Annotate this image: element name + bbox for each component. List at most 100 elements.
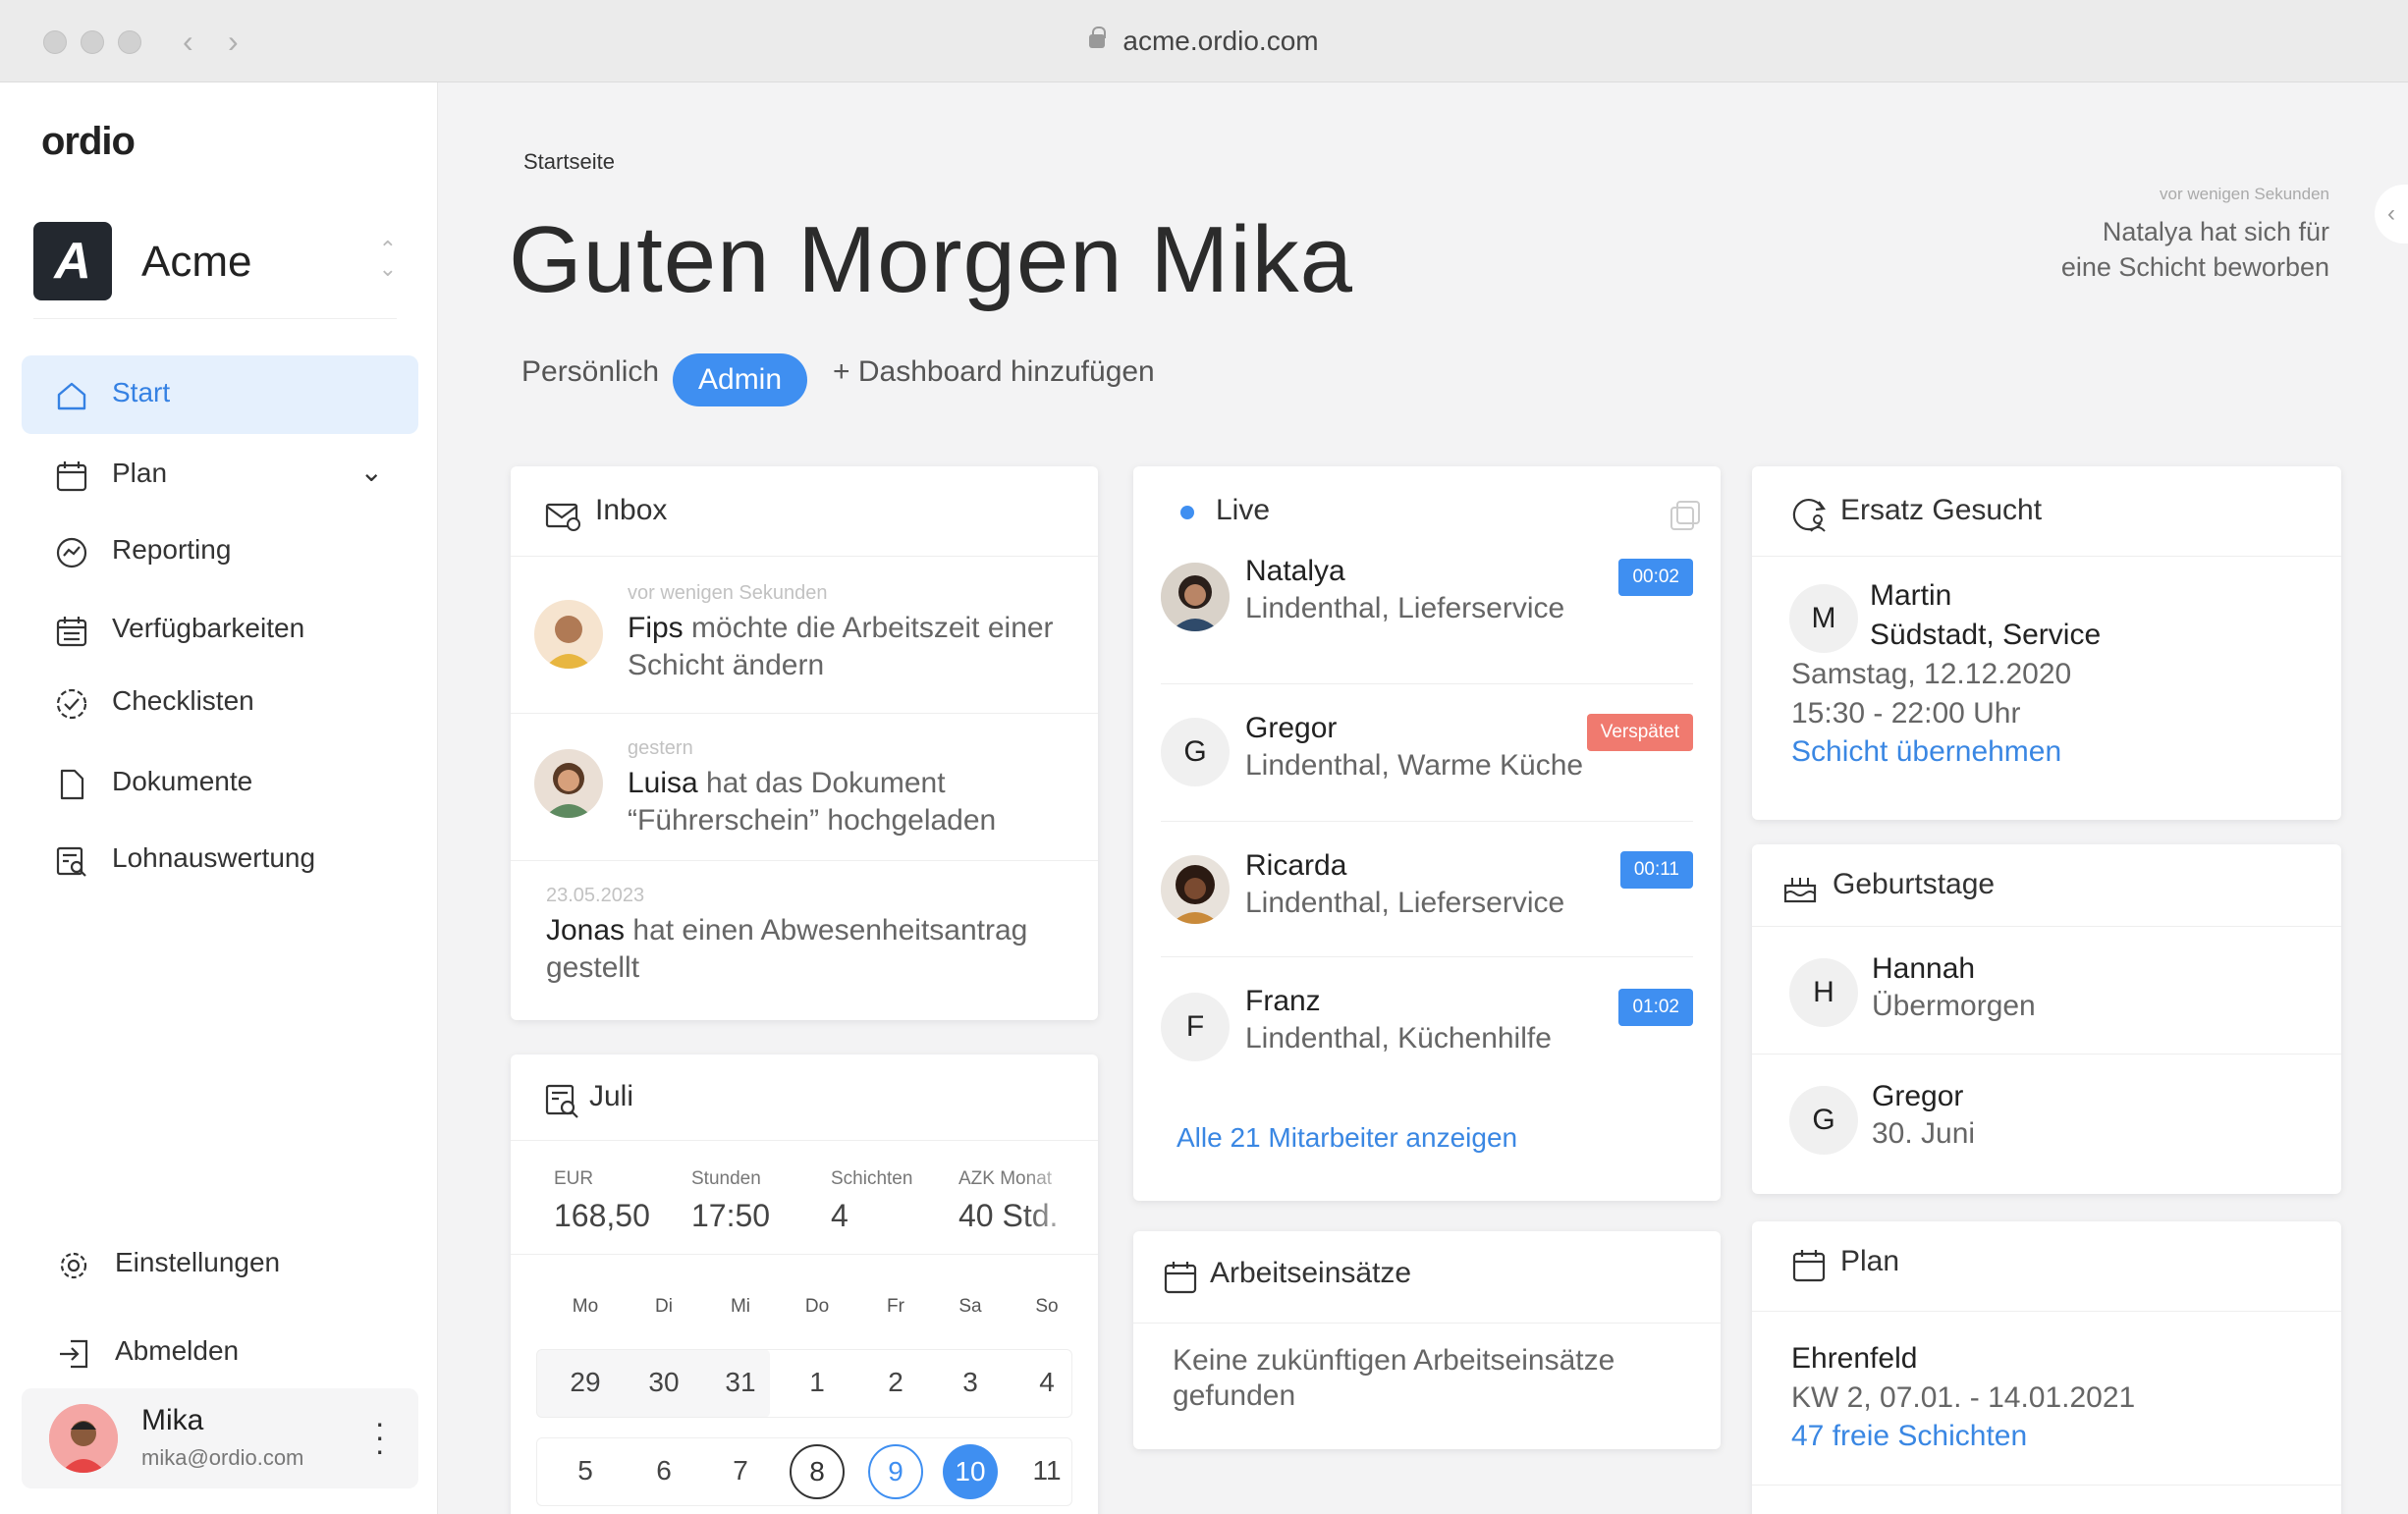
- stat-eur: EUR 168,50: [554, 1168, 650, 1233]
- avatar: [1161, 855, 1230, 924]
- stat-shifts: Schichten 4: [831, 1168, 913, 1233]
- calendar-day[interactable]: 7: [711, 1455, 770, 1487]
- inbox-message-cont: Schicht ändern: [628, 649, 825, 681]
- notification-time: vor wenigen Sekunden: [2160, 185, 2329, 203]
- sidebar-item-reporting[interactable]: Reporting: [22, 513, 418, 591]
- month-stats: EUR 168,50 Stunden 17:50 Schichten 4 AZK Mo…: [511, 1141, 1098, 1255]
- address-bar[interactable]: acme.ordio.com: [0, 26, 2408, 57]
- sidebar-item-start[interactable]: Start: [22, 355, 418, 434]
- card-title: Geburtstage: [1833, 868, 1996, 900]
- notification-toast[interactable]: vor wenigen Sekunden Natalya hat sich fü…: [2061, 185, 2329, 285]
- birthday-item[interactable]: H Hannah Übermorgen: [1752, 927, 2341, 1054]
- mail-icon: [545, 503, 580, 531]
- birthday-date: 30. Juni: [1872, 1117, 1976, 1150]
- inbox-message: hat einen Abwesenheitsantrag: [625, 914, 1028, 946]
- calendar-day[interactable]: 30: [634, 1367, 693, 1398]
- inbox-time: vor wenigen Sekunden: [628, 582, 828, 604]
- calendar-day[interactable]: 6: [634, 1455, 693, 1487]
- user-name: Mika: [141, 1404, 204, 1436]
- person-name: Gregor: [1872, 1080, 1964, 1112]
- calendar-day[interactable]: 2: [866, 1367, 925, 1398]
- inbox-message-cont: “Führerschein” hochgeladen: [628, 804, 997, 837]
- calendar-day[interactable]: 3: [941, 1367, 1000, 1398]
- open-shifts-link[interactable]: 47 freie Schichten: [1791, 1420, 2027, 1453]
- person-name: Hannah: [1872, 952, 1976, 985]
- divider: [33, 318, 397, 319]
- organization-switcher[interactable]: A Acme ⌃ ⌄: [33, 218, 397, 306]
- breadcrumb[interactable]: Startseite: [523, 149, 615, 175]
- stat-hours: Stunden 17:50: [691, 1168, 771, 1233]
- person-name: Gregor: [1245, 712, 1338, 744]
- sidebar-item-payroll[interactable]: Lohnauswertung: [22, 821, 418, 899]
- user-profile[interactable]: Mika mika@ordio.com · · ·: [22, 1388, 418, 1488]
- user-email: mika@ordio.com: [141, 1445, 304, 1470]
- org-badge: A: [33, 222, 112, 300]
- inbox-sender: Luisa: [628, 767, 698, 799]
- live-card: Live Natalya Lindenthal, Lieferservice 00…: [1133, 466, 1721, 1201]
- sidebar-item-logout[interactable]: Abmelden: [22, 1314, 418, 1392]
- ordio-logo[interactable]: ordio: [41, 120, 136, 164]
- notification-line-2: eine Schicht beworben: [2060, 252, 2329, 282]
- weekday-label: Fr: [887, 1296, 904, 1317]
- sidebar-item-availability[interactable]: Verfügbarkeiten: [22, 591, 418, 670]
- inbox-item[interactable]: gestern Luisa hat das Dokument “Führersc…: [511, 714, 1098, 861]
- month-summary-card: Juli EUR 168,50 Stunden 17:50 Schichten 4 A…: [511, 1054, 1098, 1514]
- sidebar-item-settings[interactable]: Einstellungen: [22, 1225, 418, 1304]
- avatar: M: [1789, 584, 1858, 653]
- inbox-item[interactable]: 23.05.2023 Jonas hat einen Abwesenheitsa…: [511, 861, 1098, 1018]
- calendar-day[interactable]: 10: [943, 1444, 998, 1499]
- sidebar-item-plan[interactable]: Plan ⌄: [22, 436, 418, 514]
- notification-line-1: Natalya hat sich für: [2102, 217, 2329, 246]
- sidebar-item-label: Plan: [112, 458, 168, 488]
- calendar-day[interactable]: 8: [790, 1444, 845, 1499]
- live-person[interactable]: Natalya Lindenthal, Lieferservice 00:02: [1161, 551, 1693, 684]
- weekday-label: Mi: [730, 1296, 751, 1317]
- avatar: F: [1161, 993, 1230, 1061]
- sidebar-item-documents[interactable]: Dokumente: [22, 744, 418, 823]
- sidebar-item-checklists[interactable]: Checklisten: [22, 664, 418, 742]
- avatar: G: [1789, 1086, 1858, 1155]
- live-person[interactable]: Ricarda Lindenthal, Lieferservice 00:11: [1161, 822, 1693, 957]
- birthdays-card: Geburtstage H Hannah Übermorgen G Gregor 3…: [1752, 844, 2341, 1194]
- collapse-panel-button[interactable]: ‹: [2375, 185, 2408, 243]
- stat-time-account: AZK Monat 40 Std.: [958, 1168, 1059, 1233]
- card-title: Live: [1216, 494, 1271, 526]
- assignments-card: Arbeitseinsätze Keine zukünftigen Arbeit…: [1133, 1231, 1721, 1449]
- live-person[interactable]: F Franz Lindenthal, Küchenhilfe 01:02: [1161, 957, 1693, 1085]
- live-person[interactable]: G Gregor Lindenthal, Warme Küche Verspäte…: [1161, 684, 1693, 822]
- calendar-day[interactable]: 31: [711, 1367, 770, 1398]
- add-dashboard-button[interactable]: + Dashboard hinzufügen: [833, 355, 1155, 389]
- show-all-employees-link[interactable]: Alle 21 Mitarbeiter anzeigen: [1177, 1122, 1517, 1154]
- inbox-item[interactable]: vor wenigen Sekunden Fips möchte die Arb…: [511, 557, 1098, 714]
- card-title: Ersatz Gesucht: [1840, 494, 2043, 526]
- calendar-day[interactable]: 5: [556, 1455, 615, 1487]
- tab-personal[interactable]: Persönlich: [521, 355, 659, 389]
- plan-week: KW 2, 07.01. - 14.01.2021: [1791, 1381, 2136, 1414]
- more-options-icon[interactable]: · · ·: [374, 1407, 385, 1466]
- take-shift-link[interactable]: Schicht übernehmen: [1791, 735, 2061, 769]
- weekday-label: Mo: [572, 1296, 599, 1317]
- cake-icon: [1783, 878, 1817, 903]
- checklist-icon: [56, 688, 87, 720]
- lock-icon: [1089, 27, 1107, 48]
- inbox-time: 23.05.2023: [546, 885, 645, 906]
- calendar-day[interactable]: 4: [1017, 1367, 1076, 1398]
- sidebar-item-label: Checklisten: [112, 685, 254, 716]
- tab-admin[interactable]: Admin: [673, 353, 808, 406]
- inbox-time: gestern: [628, 737, 693, 759]
- calendar-day[interactable]: 1: [788, 1367, 847, 1398]
- card-title: Inbox: [595, 494, 668, 526]
- expand-icon[interactable]: [1668, 498, 1703, 533]
- person-detail: Lindenthal, Küchenhilfe: [1245, 1022, 1552, 1054]
- inbox-message: hat das Dokument: [697, 767, 946, 799]
- browser-titlebar: ‹ › acme.ordio.com: [0, 0, 2408, 82]
- calendar-day[interactable]: 9: [868, 1444, 923, 1499]
- shift-time: 15:30 - 22:00 Uhr: [1791, 697, 2021, 730]
- birthday-item[interactable]: G Gregor 30. Juni: [1752, 1054, 2341, 1182]
- calendar-day[interactable]: 11: [1017, 1455, 1076, 1487]
- calendar-day[interactable]: 29: [556, 1367, 615, 1398]
- status-badge: 00:02: [1618, 559, 1693, 596]
- chevron-down-icon[interactable]: ⌄: [360, 456, 383, 488]
- calendar-icon: [56, 461, 87, 492]
- sidebar-item-label: Verfügbarkeiten: [112, 613, 305, 643]
